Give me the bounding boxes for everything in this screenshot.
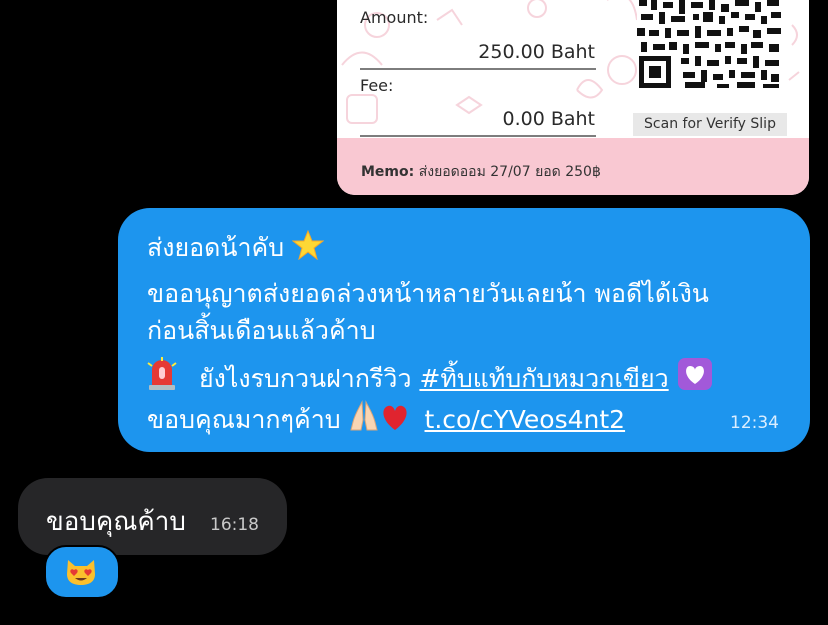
message-line: ขอบคุณมากๆค้าบ t.co/cYVeos4nt2 xyxy=(147,400,625,437)
purple-heart-icon xyxy=(677,358,712,390)
message-text: ขอบคุณค้าบ xyxy=(46,507,186,537)
message-timestamp: 16:18 xyxy=(210,515,259,535)
memo: Memo: ส่งยอดออม 27/07 ยอด 250฿ xyxy=(361,161,601,183)
message-text: ยังไงรบกวนฝากรีวิว xyxy=(198,364,412,393)
message-reaction[interactable] xyxy=(44,545,120,599)
divider xyxy=(360,68,596,70)
memo-label: Memo: xyxy=(361,164,415,180)
siren-icon xyxy=(147,357,177,390)
hashtag-link[interactable]: #ทิ้บแท้บกับหมวกเขียว xyxy=(419,364,668,393)
memo-value: ส่งยอดออม 27/07 ยอด 250฿ xyxy=(418,164,601,180)
folded-hands-icon xyxy=(349,400,378,431)
incoming-message-bubble[interactable]: ขอบคุณค้าบ 16:18 xyxy=(18,478,287,555)
message-line: ยังไงรบกวนฝากรีวิว #ทิ้บแท้บกับหมวกเขียว xyxy=(147,357,713,396)
heart-eyes-cat-icon xyxy=(67,560,95,585)
red-heart-icon xyxy=(382,405,407,430)
message-link[interactable]: t.co/cYVeos4nt2 xyxy=(425,405,626,434)
message-line: ส่งยอดน้าคับ xyxy=(147,230,325,265)
star-icon xyxy=(292,230,325,260)
fee-value: 0.00 Baht xyxy=(502,108,595,130)
amount-value: 250.00 Baht xyxy=(478,41,595,63)
message-timestamp: 12:34 xyxy=(730,413,779,433)
fee-label: Fee: xyxy=(360,76,394,95)
message-line: ขออนุญาตส่งยอดล่วงหน้าหลายวันเลยน้า พอดี… xyxy=(147,279,709,308)
message-line: ก่อนสิ้นเดือนแล้วค้าบ xyxy=(147,316,376,345)
qr-code xyxy=(637,0,783,88)
divider xyxy=(360,135,596,137)
outgoing-message-bubble[interactable]: ส่งยอดน้าคับ ขออนุญาตส่งยอดล่วงหน้าหลายว… xyxy=(118,208,810,452)
message-text: ขอบคุณมากๆค้าบ xyxy=(147,405,341,434)
amount-label: Amount: xyxy=(360,8,429,27)
transfer-slip-image[interactable]: Amount: 250.00 Baht Fee: 0.00 Baht Scan … xyxy=(337,0,809,195)
message-text: ส่งยอดน้าคับ xyxy=(147,233,285,262)
qr-caption: Scan for Verify Slip xyxy=(633,113,787,136)
